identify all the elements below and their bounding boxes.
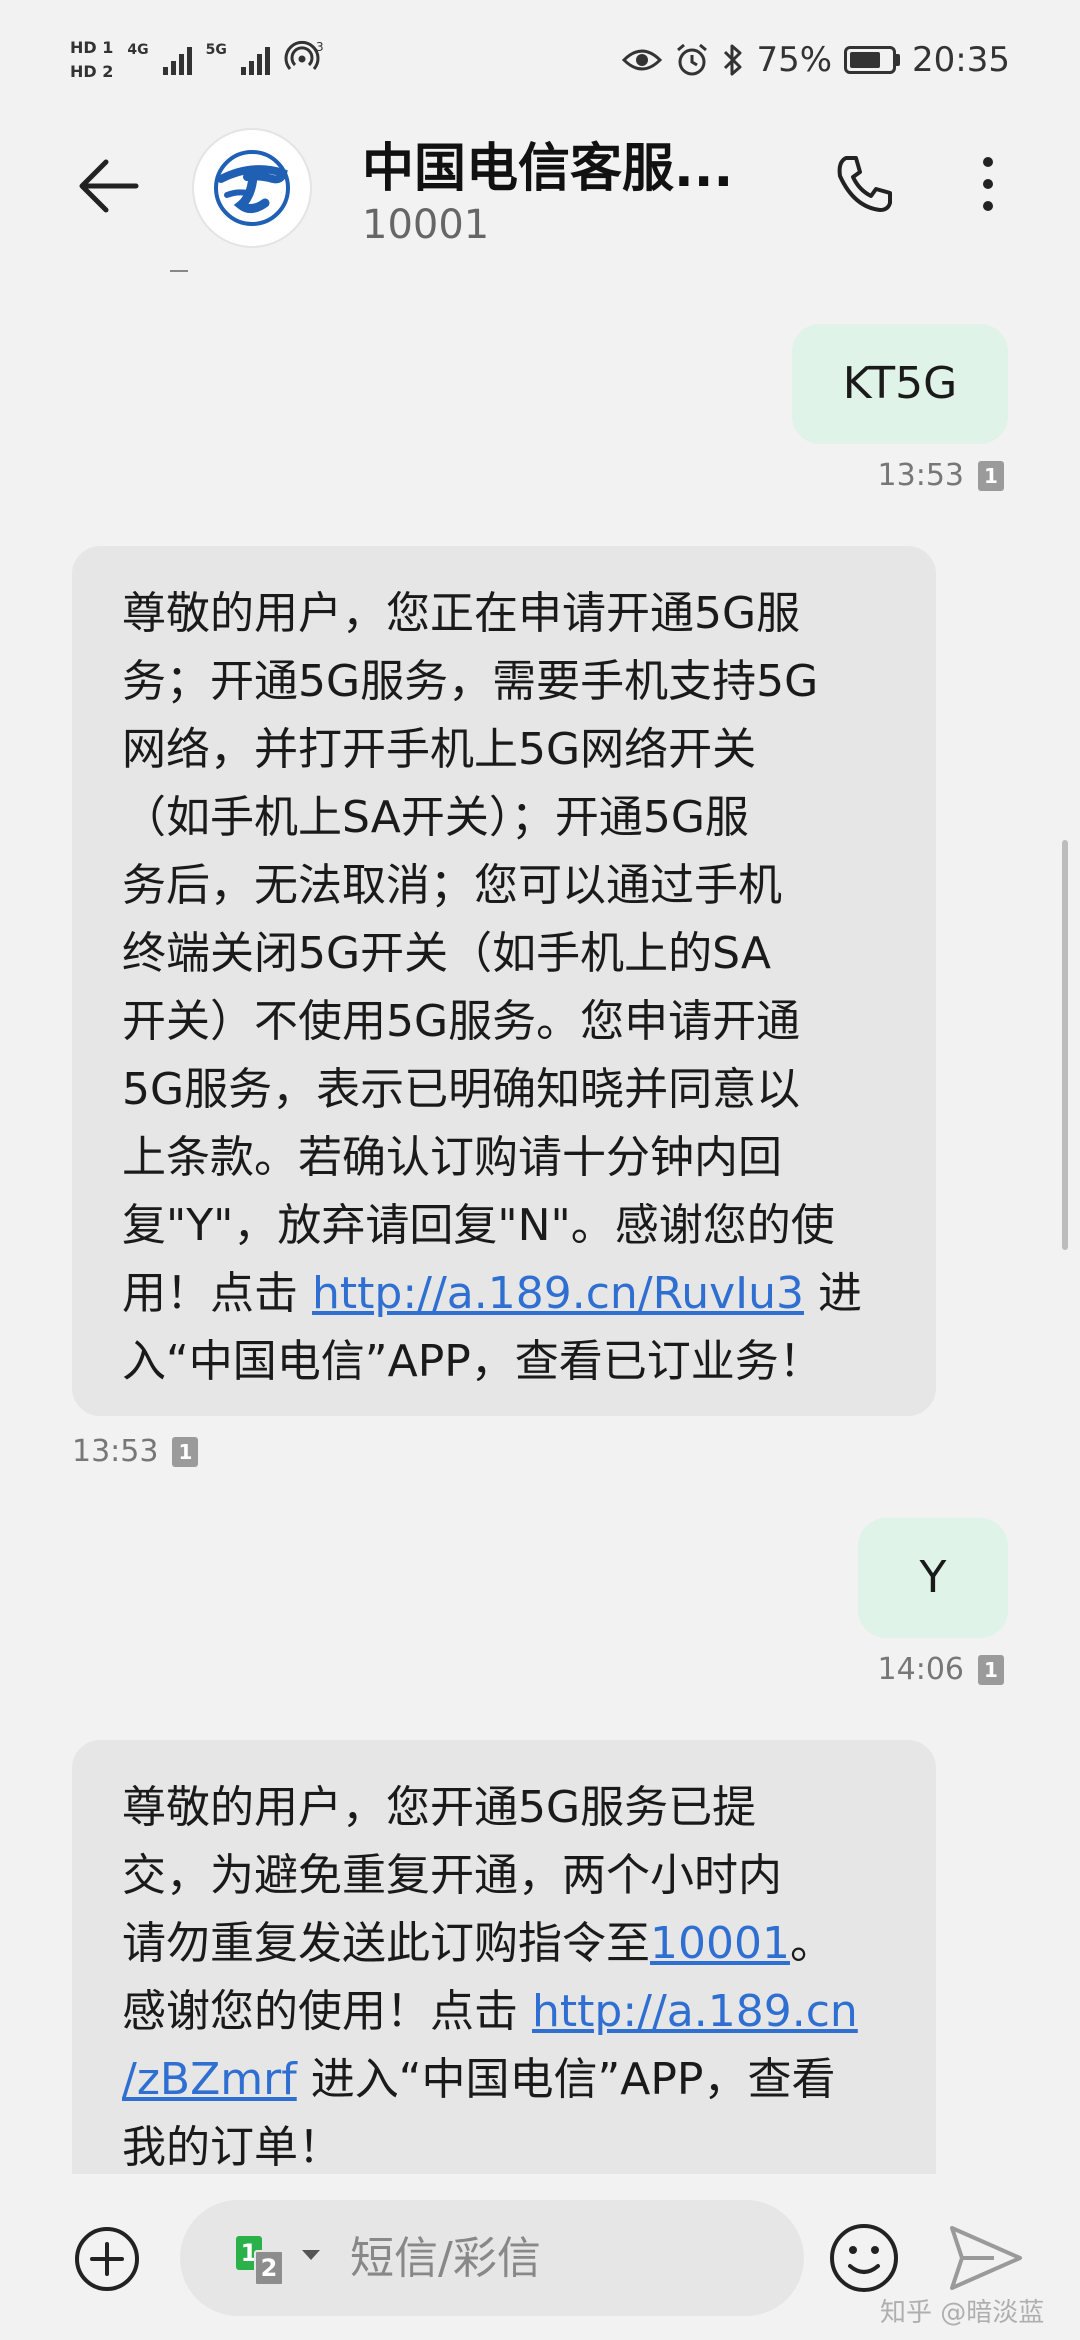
china-telecom-logo (214, 150, 290, 226)
signal-bars-1-icon (162, 45, 192, 75)
bluetooth-icon (724, 44, 742, 76)
message-line-with-link: 感谢您的使用！点击 http://a.189.cn (122, 1978, 886, 2046)
message-input[interactable] (350, 2228, 770, 2288)
battery-icon (844, 46, 901, 74)
link-suffix: 进 (804, 1268, 862, 1319)
status-bar: HD 1 HD 2 4G 5G 3 75% 20:35 (0, 0, 1080, 120)
message-meta: 14:06 1 (878, 1652, 1004, 1687)
message-line: 务后，无法取消；您可以通过手机 (122, 860, 782, 911)
sim2-badge: 2 (254, 2250, 284, 2286)
message-input-pill[interactable]: 1 2 (180, 2200, 804, 2316)
message-line: 我的订单！ (122, 2122, 342, 2173)
message-line: （如手机上SA开关）；开通5G服 (122, 792, 749, 843)
incoming-message-bubble[interactable]: 尊敬的用户，您开通5G服务已提 交，为避免重复开通，两个小时内 请勿重复发送此订… (72, 1740, 936, 2200)
conversation-scrollbar[interactable] (1062, 840, 1068, 1250)
hotspot-icon: 3 (284, 40, 324, 70)
message-meta: 13:53 1 (72, 1434, 199, 1469)
scroll-edge-mark (170, 270, 188, 272)
message-line: 上条款。若确认订购请十分钟内回 (122, 1132, 782, 1183)
message-line-with-link: 用！点击 http://a.189.cn/RuvIu3 进 (122, 1260, 886, 1328)
add-circle-icon[interactable] (72, 2224, 142, 2294)
battery-fill (850, 52, 881, 68)
chevron-down-icon (302, 2250, 320, 2260)
message-line: 尊敬的用户，您正在申请开通5G服 (122, 588, 801, 639)
status-right: 75% 20:35 (622, 38, 1010, 82)
emoji-icon[interactable] (826, 2220, 902, 2296)
link-prefix: 用！点击 (122, 1268, 312, 1319)
sim-select-icon[interactable]: 1 2 (228, 2230, 338, 2286)
outgoing-message-bubble[interactable]: KT5G (792, 324, 1008, 444)
composer-bar: 1 2 知乎 @暗淡蓝 (0, 2174, 1080, 2340)
clock: 20:35 (912, 40, 1010, 80)
status-left: HD 1 HD 2 4G 5G 3 (70, 30, 326, 90)
message-line: 复"Y"，放弃请回复"N"。感谢您的使 (122, 1200, 835, 1251)
message-meta: 13:53 1 (878, 458, 1004, 493)
line-suffix: 进入“中国电信”APP，查看 (296, 2054, 836, 2105)
message-line: 5G服务，表示已明确知晓并同意以 (122, 1064, 801, 1115)
line-suffix: 。 (789, 1918, 834, 1969)
line-prefix: 请勿重复发送此订购指令至 (122, 1918, 650, 1969)
send-icon[interactable] (946, 2220, 1026, 2296)
message-link[interactable]: http://a.189.cn/RuvIu3 (312, 1268, 804, 1319)
sim-badge: 1 (172, 1436, 199, 1467)
eye-icon (622, 49, 663, 71)
message-link-continued[interactable]: /zBZmrf (122, 2054, 297, 2105)
message-line: 终端关闭5G开关（如手机上的SA (122, 928, 771, 979)
more-vertical-icon (983, 157, 993, 211)
message-time: 14:06 (877, 1652, 964, 1687)
message-line: 交，为避免重复开通，两个小时内 (122, 1850, 782, 1901)
hd-indicators: HD 1 HD 2 (70, 39, 113, 81)
back-button[interactable] (72, 150, 144, 222)
hd1-label: HD 1 (70, 38, 114, 57)
alarm-icon (677, 43, 708, 76)
contact-number: 10001 (362, 202, 490, 248)
sim-badge: 1 (978, 1654, 1004, 1685)
sim-badge: 1 (978, 460, 1004, 491)
conversation-header: 中国电信客服... 10001 (0, 120, 1080, 260)
message-line: 入“中国电信”APP，查看已订业务！ (122, 1336, 823, 1387)
watermark-text: 知乎 @暗淡蓝 (880, 2298, 1045, 2328)
hd2-label: HD 2 (70, 62, 114, 81)
call-button[interactable] (826, 146, 902, 222)
outgoing-message-bubble[interactable]: Y (858, 1518, 1008, 1638)
line-prefix: 感谢您的使用！点击 (122, 1986, 532, 2037)
message-line: 务；开通5G服务，需要手机支持5G (122, 656, 819, 707)
message-text: Y (919, 1552, 947, 1603)
phone-number-link[interactable]: 10001 (650, 1918, 790, 1969)
contact-name: 中国电信客服... (362, 139, 734, 199)
message-time: 13:53 (72, 1434, 159, 1469)
message-line: 尊敬的用户，您开通5G服务已提 (122, 1782, 757, 1833)
message-time: 13:53 (877, 458, 964, 493)
battery-percent: 75% (756, 40, 833, 80)
back-arrow-icon (79, 159, 139, 213)
message-line: 网络，并打开手机上5G网络开关 (122, 724, 757, 775)
message-line: 开关）不使用5G服务。您申请开通 (122, 996, 801, 1047)
contact-avatar[interactable] (192, 128, 312, 248)
message-text: KT5G (842, 358, 958, 409)
network-type-1: 4G (127, 42, 149, 58)
message-line-with-link: 请勿重复发送此订购指令至10001。 (122, 1910, 886, 1978)
network-type-2: 5G (205, 42, 227, 58)
message-link[interactable]: http://a.189.cn (532, 1986, 858, 2037)
incoming-message-bubble[interactable]: 尊敬的用户，您正在申请开通5G服 务；开通5G服务，需要手机支持5G 网络，并打… (72, 546, 936, 1416)
phone-icon (837, 156, 892, 212)
signal-bars-2-icon (240, 45, 270, 75)
hotspot-badge: 3 (316, 40, 324, 54)
message-line-with-link: /zBZmrf 进入“中国电信”APP，查看 (122, 2046, 886, 2114)
more-options-button[interactable] (966, 146, 1010, 222)
